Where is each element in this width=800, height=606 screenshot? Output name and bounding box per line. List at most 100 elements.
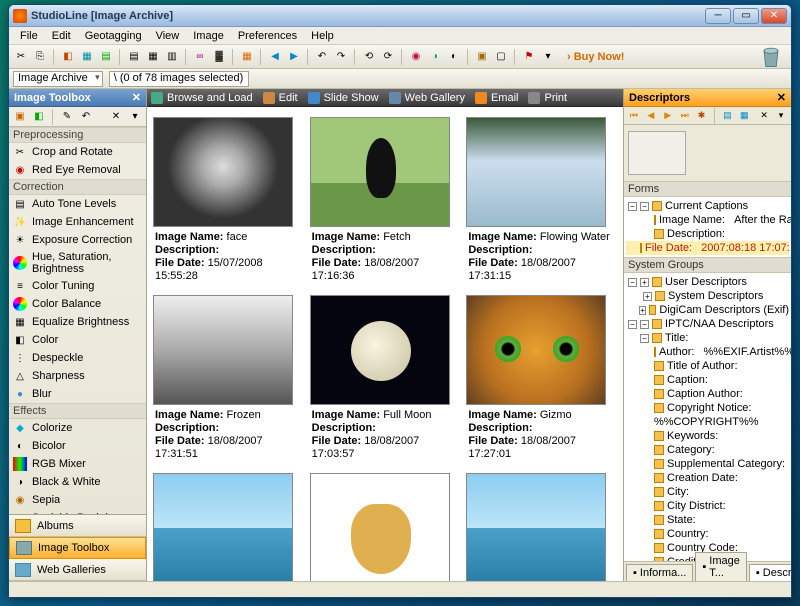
tree-field[interactable]: %%COPYRIGHT%%	[626, 415, 789, 429]
thumbnail-image[interactable]	[310, 473, 450, 581]
menu-icon[interactable]: ▾	[774, 108, 788, 124]
btn-print[interactable]: Print	[528, 92, 567, 104]
tree-field[interactable]: City District:	[626, 499, 789, 513]
redo-icon[interactable]: ↷	[333, 49, 349, 65]
btn-webgallery[interactable]: Web Gallery	[389, 92, 465, 104]
tool-colorize[interactable]: ◆Colorize	[9, 419, 146, 437]
nav-last-icon[interactable]: ⏭	[678, 108, 692, 124]
thumbnail-card[interactable]: Image Name: Flowing WaterDescription: Fi…	[466, 117, 617, 287]
tree-field[interactable]: Author: %%EXIF.Artist%%	[626, 345, 789, 359]
trash-icon[interactable]	[757, 42, 787, 72]
tree-node[interactable]: +DigiCam Descriptors (Exif)	[626, 303, 789, 317]
tab-imagetool[interactable]: ▪Image T...	[695, 552, 746, 581]
maximize-button[interactable]: ▭	[733, 8, 759, 24]
tool-blur[interactable]: ●Blur	[9, 385, 146, 403]
tree-field[interactable]: Keywords:	[626, 429, 789, 443]
tool-sharp[interactable]: △Sharpness	[9, 367, 146, 385]
archive-combo[interactable]: Image Archive	[13, 71, 103, 87]
thumbnail-card[interactable]	[153, 473, 304, 581]
tool-icon[interactable]: ◑	[427, 49, 443, 65]
flag-icon[interactable]: ⚑	[521, 49, 537, 65]
tool-eqbright[interactable]: ▦Equalize Brightness	[9, 313, 146, 331]
rotate-cw-icon[interactable]: ⟳	[380, 49, 396, 65]
dropdown-icon[interactable]: ▾	[540, 49, 556, 65]
gear-icon[interactable]: ✱	[695, 108, 709, 124]
tool-icon[interactable]: ▤	[720, 108, 734, 124]
tree-node[interactable]: −+User Descriptors	[626, 275, 789, 289]
view-icon[interactable]: ▦	[145, 49, 161, 65]
grid-icon[interactable]: ▦	[239, 49, 255, 65]
tree-node[interactable]: −−IPTC/NAA Descriptors	[626, 317, 789, 331]
undo-icon[interactable]: ↶	[314, 49, 330, 65]
tree-field[interactable]: State:	[626, 513, 789, 527]
nav-first-icon[interactable]: ⏮	[627, 108, 641, 124]
tree-node[interactable]: −−Current Captions	[626, 199, 789, 213]
tool-crop[interactable]: ✂Crop and Rotate	[9, 143, 146, 161]
btn-browse[interactable]: Browse and Load	[151, 92, 253, 104]
tool-bw[interactable]: ◑Black & White	[9, 473, 146, 491]
thumbnail-card[interactable]: Image Name: Full MoonDescription: File D…	[310, 295, 461, 465]
thumbnail-image[interactable]	[466, 473, 606, 581]
tool-rgbmix[interactable]: RGB Mixer	[9, 455, 146, 473]
menu-help[interactable]: Help	[304, 30, 341, 42]
menu-edit[interactable]: Edit	[45, 30, 78, 42]
thumbnail-grid[interactable]: Image Name: faceDescription: File Date: …	[147, 107, 623, 581]
descriptor-tree[interactable]: −+User Descriptors +System Descriptors +…	[624, 273, 791, 561]
menu-image[interactable]: Image	[186, 30, 231, 42]
rotate-ccw-icon[interactable]: ⟲	[361, 49, 377, 65]
tool-hsb[interactable]: Hue, Saturation, Brightness	[9, 249, 146, 277]
tool-icon[interactable]: ◧	[60, 49, 76, 65]
nav-next-icon[interactable]: ▶	[661, 108, 675, 124]
btn-edit[interactable]: Edit	[263, 92, 298, 104]
thumbnail-image[interactable]	[466, 117, 606, 227]
cut-icon[interactable]: ✂	[13, 49, 29, 65]
tool-despeckle[interactable]: ⋮Despeckle	[9, 349, 146, 367]
tool-autotone[interactable]: ▤Auto Tone Levels	[9, 195, 146, 213]
undo-icon[interactable]: ↶	[78, 109, 94, 125]
tool-exposure[interactable]: ☀Exposure Correction	[9, 231, 146, 249]
thumbnail-image[interactable]	[153, 473, 293, 581]
panel-galleries[interactable]: Web Galleries	[9, 559, 146, 581]
thumbnail-card[interactable]: Image Name: FetchDescription: File Date:…	[310, 117, 461, 287]
close-button[interactable]: ✕	[761, 8, 787, 24]
nav-fwd-icon[interactable]: ▶	[286, 49, 302, 65]
tool-icon[interactable]: ▤	[98, 49, 114, 65]
path-field[interactable]: \ (0 of 78 images selected)	[109, 71, 249, 87]
thumbnail-image[interactable]	[310, 117, 450, 227]
close-icon[interactable]: ✕	[108, 109, 124, 125]
thumbnail-image[interactable]	[153, 295, 293, 405]
tree-field[interactable]: Caption Author:	[626, 387, 789, 401]
tree-node[interactable]: +System Descriptors	[626, 289, 789, 303]
tree-field[interactable]: Creation Date:	[626, 471, 789, 485]
menu-file[interactable]: File	[13, 30, 45, 42]
thumbnail-card[interactable]: Image Name: faceDescription: File Date: …	[153, 117, 304, 287]
tool-cbalance[interactable]: Color Balance	[9, 295, 146, 313]
tree-field[interactable]: Image Name: After the Rain	[626, 213, 789, 227]
link-icon[interactable]: ∞	[192, 49, 208, 65]
tool-ctuning[interactable]: ≡Color Tuning	[9, 277, 146, 295]
tool-icon[interactable]: ▣	[474, 49, 490, 65]
tool-icon[interactable]: ◉	[408, 49, 424, 65]
thumbnail-image[interactable]	[466, 295, 606, 405]
tool-icon[interactable]: ▓	[211, 49, 227, 65]
tree-field[interactable]: Description:	[626, 227, 789, 241]
menu-preferences[interactable]: Preferences	[231, 30, 304, 42]
thumbnail-card[interactable]: Image Name: FrozenDescription: File Date…	[153, 295, 304, 465]
menu-geotagging[interactable]: Geotagging	[78, 30, 149, 42]
tool-icon[interactable]: ▣	[12, 109, 28, 125]
minimize-button[interactable]: ─	[705, 8, 731, 24]
menu-icon[interactable]: ▾	[127, 109, 143, 125]
btn-email[interactable]: Email	[475, 92, 519, 104]
tab-information[interactable]: ▪Informa...	[626, 564, 693, 581]
tool-color[interactable]: ◧Color	[9, 331, 146, 349]
close-icon[interactable]: ✕	[132, 91, 141, 104]
tab-descriptors[interactable]: ▪Descript...	[749, 564, 791, 581]
view-icon[interactable]: ▥	[164, 49, 180, 65]
panel-toolbox[interactable]: Image Toolbox	[9, 537, 146, 559]
close-icon[interactable]: ✕	[777, 91, 786, 104]
tree-field[interactable]: Caption:	[626, 373, 789, 387]
nav-prev-icon[interactable]: ◀	[644, 108, 658, 124]
thumbnail-card[interactable]	[466, 473, 617, 581]
tree-node[interactable]: −Title:	[626, 331, 789, 345]
thumbnail-image[interactable]	[153, 117, 293, 227]
